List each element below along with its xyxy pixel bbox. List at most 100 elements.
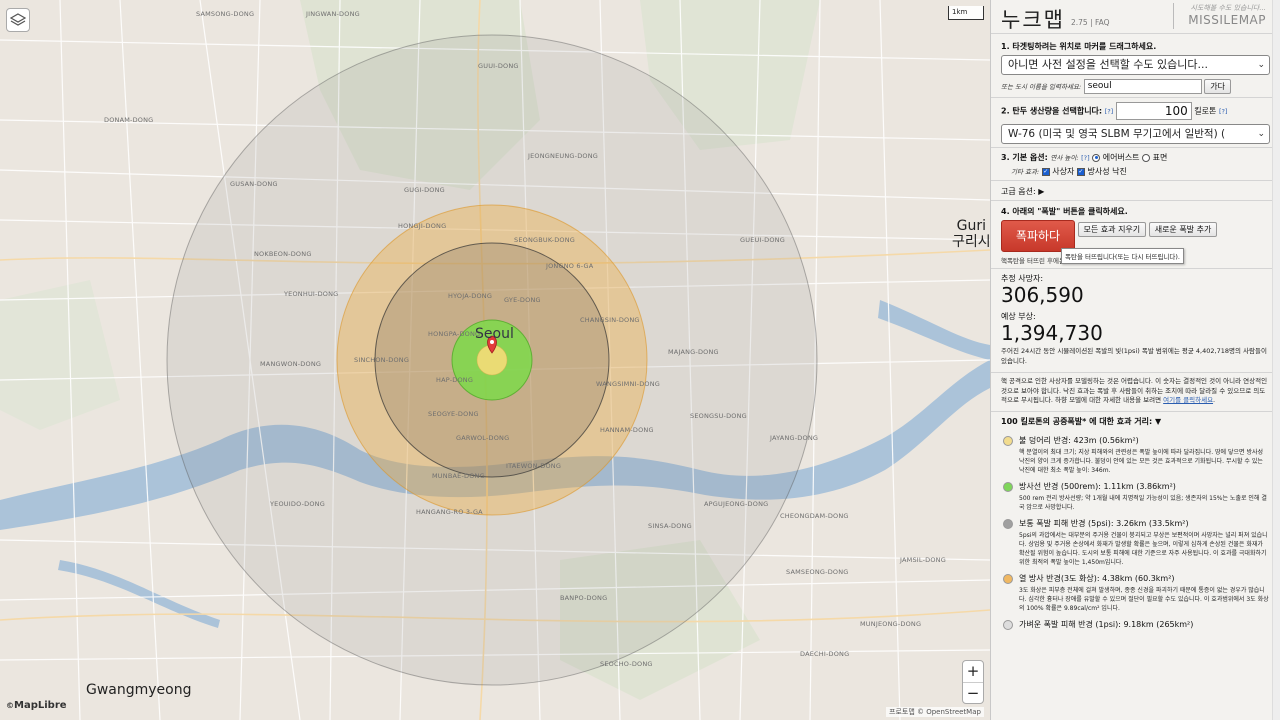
burst-height-label: 연사 높이: bbox=[1050, 154, 1079, 162]
casualties-checkbox[interactable]: ✓ bbox=[1041, 167, 1050, 176]
district-label: JAMSIL-DONG bbox=[900, 556, 946, 564]
help-link[interactable]: [?] bbox=[1105, 108, 1114, 116]
effects-header[interactable]: 100 킬로톤의 공중폭발* 에 대한 효과 거리: ▼ bbox=[1001, 416, 1270, 427]
help-link[interactable]: [?] bbox=[1081, 154, 1090, 162]
district-label: MUNJEONG-DONG bbox=[860, 620, 922, 628]
fallout-label: 방사성 낙진 bbox=[1087, 167, 1127, 176]
panel-scrollbar[interactable] bbox=[1272, 0, 1280, 720]
district-label: JAYANG-DONG bbox=[770, 434, 819, 442]
legend-dot bbox=[1003, 573, 1013, 584]
district-label: HANGANG-RO 3-GA bbox=[416, 508, 483, 516]
map-base bbox=[0, 0, 990, 720]
casualties-label: 사상자 bbox=[1052, 167, 1075, 176]
deaths-value: 306,590 bbox=[1001, 283, 1084, 307]
district-label: HAP-DONG bbox=[436, 376, 474, 384]
divider bbox=[991, 180, 1280, 181]
zoom-control: + − bbox=[962, 660, 984, 704]
district-label: JONGNO 6-GA bbox=[546, 262, 594, 270]
district-label: ITAEWON-DONG bbox=[506, 462, 562, 470]
clear-effects-button[interactable]: 모든 효과 지우기 bbox=[1077, 222, 1147, 237]
district-label: HONGJI-DONG bbox=[398, 222, 447, 230]
effect-fireball[interactable]: 불 덩어리 반경: 423m (0.56km²) 핵 분열이의 최대 크기; 지… bbox=[1001, 435, 1270, 475]
district-label: YEOUIDO-DONG bbox=[270, 500, 325, 508]
district-label: BANPO-DONG bbox=[560, 594, 608, 602]
district-label: GUGI-DONG bbox=[404, 186, 445, 194]
effect-title: 가벼운 폭발 피해 반경 (1psi): 9.18km (265km²) bbox=[1019, 619, 1194, 629]
city-label-guri: Guri 구리시 bbox=[952, 218, 990, 250]
missilemap-link[interactable]: MISSILEMAP bbox=[1188, 13, 1266, 27]
layers-button[interactable] bbox=[6, 8, 30, 32]
district-label: GUEUI-DONG bbox=[740, 236, 785, 244]
divider bbox=[991, 147, 1280, 148]
district-label: SEOGYE-DONG bbox=[428, 410, 479, 418]
district-label: GUSAN-DONG bbox=[230, 180, 278, 188]
district-label: HONGPA-DONG bbox=[428, 330, 481, 338]
surface-label: 표면 bbox=[1152, 153, 1168, 162]
city-input[interactable]: seoul bbox=[1083, 79, 1202, 94]
version-faq-link[interactable]: 2.75 | FAQ bbox=[1071, 18, 1110, 27]
map-attribution[interactable]: 프로토맵 © OpenStreetMap bbox=[886, 707, 984, 717]
yield-input[interactable]: 100 bbox=[1115, 102, 1192, 120]
control-panel: 누크맵 2.75 | FAQ 시도해볼 수도 있습니다... MISSILEMA… bbox=[990, 0, 1280, 720]
seoul-label: Seoul bbox=[475, 326, 514, 342]
district-label: JINGWAN-DONG bbox=[306, 10, 360, 18]
details-link[interactable]: 여기를 클릭하세요 bbox=[1163, 396, 1213, 404]
divider bbox=[991, 372, 1280, 373]
district-label: WANGSIMNI-DONG bbox=[596, 380, 661, 388]
district-label: SEOCHO-DONG bbox=[600, 660, 653, 668]
district-label: GARWOL-DONG bbox=[456, 434, 510, 442]
district-label: MAJANG-DONG bbox=[668, 348, 719, 356]
divider bbox=[991, 97, 1280, 98]
nukemap-logo[interactable]: 누크맵 bbox=[1001, 4, 1065, 34]
chevron-down-icon: ⌄ bbox=[1257, 129, 1265, 139]
map-canvas[interactable]: SAMSONG-DONG JINGWAN-DONG GUUI-DONG JEON… bbox=[0, 0, 990, 720]
injuries-value: 1,394,730 bbox=[1001, 321, 1103, 345]
zoom-in-button[interactable]: + bbox=[963, 661, 983, 682]
city-prompt: 또는 도시 이름을 입력하세요: bbox=[1001, 83, 1082, 91]
divider bbox=[991, 268, 1280, 269]
effect-description: 3도 화상은 피부층 전체에 걸쳐 발생하며, 종종 신경을 파괴하기 때문에 … bbox=[1019, 586, 1269, 612]
district-label: HANNAM-DONG bbox=[600, 426, 654, 434]
effect-description: 500 rem 전리 방사선량; 약 1개월 내에 치명적일 가능성이 있음; … bbox=[1019, 494, 1267, 511]
district-label: MUNBAE-DONG bbox=[432, 472, 485, 480]
district-label: NOKBEON-DONG bbox=[254, 250, 312, 258]
district-label: SEONGSU-DONG bbox=[690, 412, 747, 420]
district-label: SEONGBUK-DONG bbox=[514, 236, 576, 244]
advanced-options-toggle[interactable]: 고급 옵션: ▶ bbox=[1001, 187, 1044, 196]
district-label: JEONGNEUNG-DONG bbox=[528, 152, 599, 160]
population-note: 주어진 24시간 동안 시뮬레이션된 폭발의 빛(1psi) 폭발 범위에는 평… bbox=[1001, 347, 1267, 365]
go-button[interactable]: 가다 bbox=[1204, 79, 1231, 94]
step1-heading: 1. 타겟팅하려는 위치로 마커를 드래그하세요. bbox=[1001, 42, 1157, 51]
layers-icon bbox=[10, 13, 26, 26]
district-label: SINCHON-DONG bbox=[354, 356, 410, 364]
legend-dot bbox=[1003, 435, 1013, 446]
district-label: HYOJA-DONG bbox=[448, 292, 493, 300]
airburst-label: 에어버스트 bbox=[1102, 153, 1140, 162]
warhead-select[interactable]: W-76 (미국 및 영국 SLBM 무기고에서 일반적) (⌄ bbox=[1001, 124, 1270, 144]
header-divider bbox=[1173, 3, 1174, 29]
effect-light-blast[interactable]: 가벼운 폭발 피해 반경 (1psi): 9.18km (265km²) bbox=[1001, 619, 1270, 630]
surface-radio[interactable] bbox=[1142, 153, 1151, 162]
effect-description: 5psi의 과압에서는 대부분의 주거용 건물이 붕괴되고 부상은 보편적이며 … bbox=[1019, 531, 1268, 566]
preset-select[interactable]: 아니면 사전 설정을 선택할 수도 있습니다... ⌄ bbox=[1001, 55, 1270, 75]
district-label: DONAM-DONG bbox=[104, 116, 154, 124]
maplibre-logo[interactable]: ©MapLibre bbox=[6, 700, 67, 711]
add-detonation-button[interactable]: 새로운 폭발 추가 bbox=[1148, 222, 1218, 237]
help-link[interactable]: [?] bbox=[1219, 108, 1228, 116]
kiloton-label: 킬로톤 bbox=[1194, 106, 1217, 116]
effect-thermal[interactable]: 열 방사 반경(3도 화상): 4.38km (60.3km²) 3도 화상은 … bbox=[1001, 573, 1270, 613]
legend-dot bbox=[1003, 619, 1013, 630]
district-label: GUUI-DONG bbox=[478, 62, 519, 70]
fallout-checkbox[interactable]: ✓ bbox=[1076, 167, 1085, 176]
effect-radiation[interactable]: 방사선 반경 (500rem): 1.11km (3.86km²) 500 re… bbox=[1001, 481, 1270, 512]
panel-header: 누크맵 2.75 | FAQ 시도해볼 수도 있습니다... MISSILEMA… bbox=[991, 0, 1280, 34]
effect-description: 핵 분열이의 최대 크기; 지상 피해와의 관련성은 폭발 높이에 따라 달라집… bbox=[1019, 448, 1264, 474]
airburst-radio[interactable] bbox=[1092, 153, 1101, 162]
step3-heading: 3. 기본 옵션: bbox=[1001, 153, 1048, 162]
district-label: MANGWON-DONG bbox=[260, 360, 322, 368]
legend-dot bbox=[1003, 481, 1013, 492]
zoom-out-button[interactable]: − bbox=[963, 682, 983, 703]
effect-moderate-blast[interactable]: 보통 폭발 피해 반경 (5psi): 3.26km (33.5km²) 5ps… bbox=[1001, 518, 1270, 567]
missilemap-tagline: 시도해볼 수도 있습니다... bbox=[1190, 4, 1266, 12]
effect-title: 방사선 반경 (500rem): 1.11km (3.86km²) bbox=[1019, 481, 1176, 491]
